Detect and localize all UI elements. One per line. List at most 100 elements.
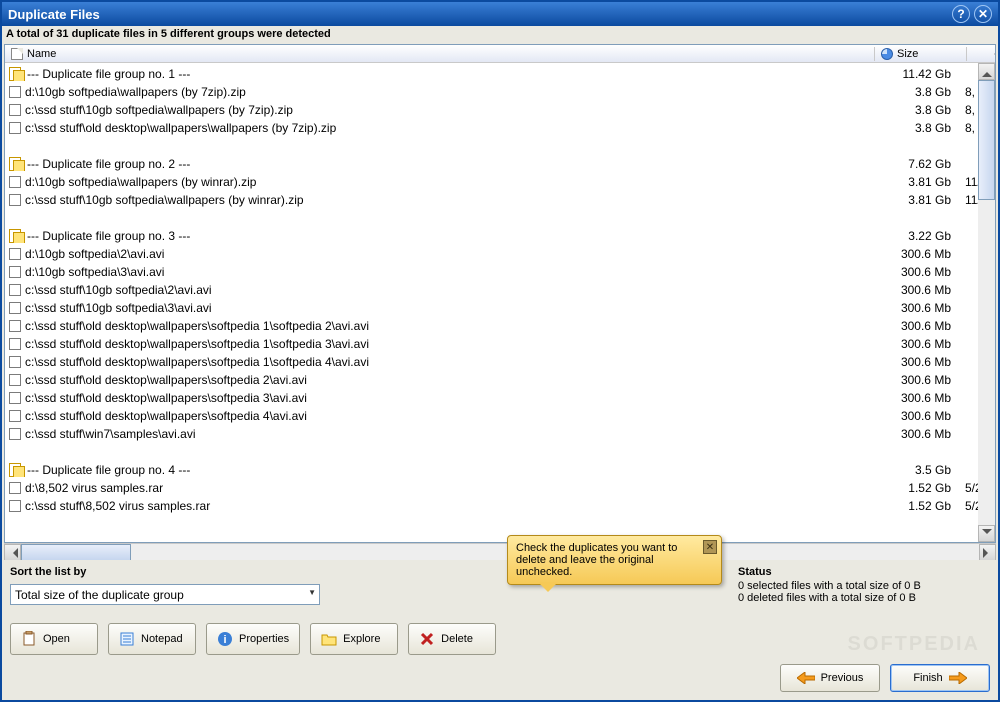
spacer-row: [5, 443, 995, 461]
file-row[interactable]: c:\ssd stuff\win7\samples\avi.avi300.6 M…: [5, 425, 995, 443]
spacer-row: [5, 209, 995, 227]
notepad-button[interactable]: Notepad: [108, 623, 196, 655]
file-row[interactable]: c:\ssd stuff\old desktop\wallpapers\soft…: [5, 407, 995, 425]
group-icon: [9, 463, 23, 477]
row-size: 300.6 Mb: [875, 337, 959, 351]
row-name: d:\8,502 virus samples.rar: [25, 481, 163, 495]
row-name: c:\ssd stuff\10gb softpedia\wallpapers (…: [25, 193, 304, 207]
row-name: d:\10gb softpedia\2\avi.avi: [25, 247, 164, 261]
group-icon: [9, 229, 23, 243]
file-row[interactable]: c:\ssd stuff\10gb softpedia\3\avi.avi 300…: [5, 299, 995, 317]
file-row[interactable]: c:\ssd stuff\old desktop\wallpapers\soft…: [5, 335, 995, 353]
file-row[interactable]: c:\ssd stuff\old desktop\wallpapers\soft…: [5, 371, 995, 389]
file-checkbox[interactable]: [9, 338, 21, 350]
previous-button[interactable]: Previous: [780, 664, 880, 692]
file-checkbox[interactable]: [9, 410, 21, 422]
list-body[interactable]: --- Duplicate file group no. 1 ---11.42 …: [5, 63, 995, 542]
file-checkbox[interactable]: [9, 284, 21, 296]
file-checkbox[interactable]: [9, 104, 21, 116]
file-row[interactable]: d:\8,502 virus samples.rar1.52 Gb5/2: [5, 479, 995, 497]
file-checkbox[interactable]: [9, 122, 21, 134]
summary-text: A total of 31 duplicate files in 5 diffe…: [2, 26, 998, 44]
row-size: 7.62 Gb: [875, 157, 959, 171]
file-checkbox[interactable]: [9, 500, 21, 512]
file-checkbox[interactable]: [9, 248, 21, 260]
tooltip-close-icon[interactable]: ✕: [703, 540, 717, 554]
status-line-2: 0 deleted files with a total size of 0 B: [738, 592, 988, 604]
row-name: c:\ssd stuff\10gb softpedia\2\avi.avi: [25, 283, 212, 297]
row-size: 3.81 Gb: [875, 193, 959, 207]
file-checkbox[interactable]: [9, 356, 21, 368]
row-name: c:\ssd stuff\10gb softpedia\3\avi.avi: [25, 301, 212, 315]
hint-tooltip: Check the duplicates you want to delete …: [507, 535, 722, 585]
file-checkbox[interactable]: [9, 266, 21, 278]
file-row[interactable]: c:\ssd stuff\old desktop\wallpapers\soft…: [5, 389, 995, 407]
row-name: c:\ssd stuff\old desktop\wallpapers\soft…: [25, 319, 369, 333]
row-name: c:\ssd stuff\old desktop\wallpapers\soft…: [25, 409, 307, 423]
row-name: c:\ssd stuff\old desktop\wallpapers\soft…: [25, 373, 307, 387]
file-row[interactable]: c:\ssd stuff\10gb softpedia\wallpapers (…: [5, 101, 995, 119]
file-checkbox[interactable]: [9, 392, 21, 404]
sort-select[interactable]: [10, 584, 320, 605]
group-row[interactable]: --- Duplicate file group no. 4 ---3.5 Gb: [5, 461, 995, 479]
file-checkbox[interactable]: [9, 482, 21, 494]
open-button[interactable]: Open: [10, 623, 98, 655]
file-row[interactable]: c:\ssd stuff\old desktop\wallpapers\soft…: [5, 317, 995, 335]
scroll-thumb[interactable]: [978, 80, 995, 200]
row-name: c:\ssd stuff\old desktop\wallpapers\wall…: [25, 121, 336, 135]
file-row[interactable]: d:\10gb softpedia\3\avi.avi300.6 Mb: [5, 263, 995, 281]
notepad-icon: [119, 631, 135, 647]
scroll-right-button[interactable]: [979, 544, 996, 561]
file-row[interactable]: c:\ssd stuff\10gb softpedia\wallpapers (…: [5, 191, 995, 209]
finish-button[interactable]: Finish: [890, 664, 990, 692]
file-checkbox[interactable]: [9, 320, 21, 332]
file-checkbox[interactable]: [9, 176, 21, 188]
group-row[interactable]: --- Duplicate file group no. 2 --- 7.62 G…: [5, 155, 995, 173]
help-icon[interactable]: ?: [952, 5, 970, 23]
row-name: d:\10gb softpedia\wallpapers (by 7zip).z…: [25, 85, 246, 99]
row-size: 300.6 Mb: [875, 355, 959, 369]
file-checkbox[interactable]: [9, 428, 21, 440]
info-icon: i: [217, 631, 233, 647]
file-row[interactable]: c:\ssd stuff\10gb softpedia\2\avi.avi 300…: [5, 281, 995, 299]
row-name: --- Duplicate file group no. 3 ---: [27, 229, 190, 243]
file-row[interactable]: c:\ssd stuff\8,502 virus samples.rar1.52…: [5, 497, 995, 515]
row-name: c:\ssd stuff\old desktop\wallpapers\soft…: [25, 391, 307, 405]
row-size: 300.6 Mb: [875, 283, 959, 297]
explore-button[interactable]: Explore: [310, 623, 398, 655]
file-checkbox[interactable]: [9, 374, 21, 386]
vertical-scrollbar[interactable]: [978, 63, 995, 542]
document-icon: [11, 48, 23, 60]
column-size[interactable]: Size: [875, 47, 967, 61]
column-name[interactable]: Name: [5, 47, 875, 61]
horizontal-scrollbar[interactable]: [4, 543, 996, 560]
delete-icon: [419, 631, 435, 647]
file-checkbox[interactable]: [9, 194, 21, 206]
scroll-down-button[interactable]: [978, 525, 995, 542]
close-icon[interactable]: ✕: [974, 5, 992, 23]
group-icon: [9, 67, 23, 81]
scroll-thumb-h[interactable]: [21, 544, 131, 561]
row-size: 3.22 Gb: [875, 229, 959, 243]
arrow-left-icon: [797, 672, 815, 684]
status-block: Status 0 selected files with a total siz…: [738, 566, 988, 604]
arrow-right-icon: [949, 672, 967, 684]
file-checkbox[interactable]: [9, 86, 21, 98]
row-name: --- Duplicate file group no. 2 ---: [27, 157, 190, 171]
column-date[interactable]: [967, 53, 995, 55]
file-row[interactable]: d:\10gb softpedia\wallpapers (by winrar)…: [5, 173, 995, 191]
properties-button[interactable]: iProperties: [206, 623, 300, 655]
scroll-left-button[interactable]: [4, 544, 21, 561]
group-row[interactable]: --- Duplicate file group no. 1 ---11.42 …: [5, 65, 995, 83]
row-size: 300.6 Mb: [875, 301, 959, 315]
file-row[interactable]: d:\10gb softpedia\2\avi.avi300.6 Mb: [5, 245, 995, 263]
row-size: 3.5 Gb: [875, 463, 959, 477]
file-row[interactable]: d:\10gb softpedia\wallpapers (by 7zip).z…: [5, 83, 995, 101]
file-row[interactable]: c:\ssd stuff\old desktop\wallpapers\wall…: [5, 119, 995, 137]
row-size: 3.8 Gb: [875, 103, 959, 117]
delete-button[interactable]: Delete: [408, 623, 496, 655]
file-checkbox[interactable]: [9, 302, 21, 314]
group-row[interactable]: --- Duplicate file group no. 3 --- 3.22 G…: [5, 227, 995, 245]
scroll-up-button[interactable]: [978, 63, 995, 80]
file-row[interactable]: c:\ssd stuff\old desktop\wallpapers\soft…: [5, 353, 995, 371]
